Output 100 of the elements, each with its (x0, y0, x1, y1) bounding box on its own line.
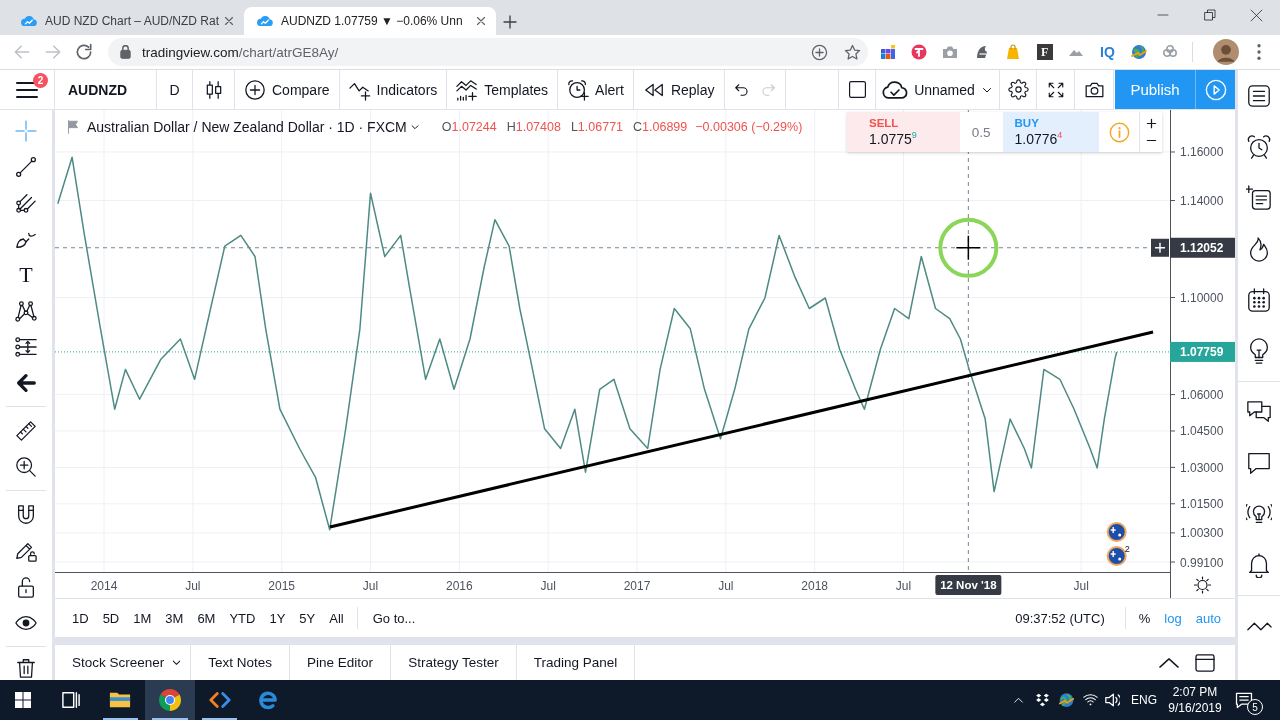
range-button[interactable]: 6M (190, 605, 223, 631)
taskbar-clock[interactable]: 2:07 PM 9/16/2019 (1166, 683, 1224, 717)
range-button[interactable]: YTD (222, 605, 263, 631)
range-button[interactable]: 1Y (262, 605, 293, 631)
list-sparkle-icon[interactable] (1246, 184, 1272, 211)
sell-button[interactable]: SELL 1.0775$^{9}$ (847, 112, 960, 152)
arrow-left-icon[interactable] (15, 372, 37, 394)
task-view-icon[interactable] (61, 691, 80, 709)
play-button[interactable] (1195, 70, 1235, 109)
play-icon (1204, 78, 1227, 101)
close-icon[interactable] (474, 14, 488, 28)
watchlist-icon[interactable] (1246, 82, 1272, 109)
browser-icon (259, 690, 280, 710)
time-tick-label: 2016 (446, 579, 473, 593)
chevron-up-icon[interactable] (1159, 656, 1179, 669)
plus-icon[interactable] (1145, 118, 1157, 129)
start-icon[interactable] (15, 692, 31, 708)
wifi-icon[interactable] (1082, 693, 1098, 707)
layout-button[interactable]: Unnamed (876, 70, 1000, 109)
magnet-icon[interactable] (15, 504, 37, 526)
price-tick-label: 1.16000 (1180, 145, 1224, 160)
time-tick-label: 2017 (623, 579, 651, 593)
globe-icon[interactable] (1130, 44, 1147, 60)
star-icon[interactable] (844, 43, 861, 61)
rings-icon[interactable] (1162, 44, 1179, 60)
square-icon[interactable] (847, 80, 867, 99)
extension-button[interactable]: IQ (1100, 44, 1115, 60)
language-indicator[interactable]: ENG (1122, 693, 1166, 707)
flag-icon (67, 120, 79, 134)
more-icon[interactable] (1256, 44, 1261, 60)
new-tab-icon[interactable] (502, 14, 518, 30)
lock-icon (119, 45, 132, 59)
pattern-icon[interactable] (15, 300, 37, 322)
line-icon[interactable] (15, 156, 37, 178)
alert-button[interactable]: Alert (558, 70, 634, 109)
browser-tab[interactable]: AUD NZD Chart – AUD/NZD Rat (8, 7, 244, 35)
settings-icon[interactable] (1007, 79, 1029, 100)
address-field[interactable]: tradingview.com/chart/atrGE8Ay/ (108, 38, 868, 66)
unlock-icon[interactable] (15, 576, 37, 598)
close-icon[interactable] (1250, 8, 1263, 22)
add-circle-icon (244, 78, 266, 101)
price-tick-label: 1.03000 (1180, 460, 1224, 475)
parallel-lines-icon[interactable] (15, 336, 37, 358)
range-button[interactable]: 1D (65, 605, 96, 631)
volume-icon[interactable] (1104, 693, 1120, 707)
text-tool[interactable]: T (19, 264, 33, 286)
interval-button[interactable]: D (157, 70, 193, 109)
code-icon (208, 691, 231, 709)
price-tick-label: 1.14000 (1180, 194, 1224, 208)
caret-down-icon[interactable] (409, 122, 420, 132)
pencil-lock-icon[interactable] (15, 540, 37, 562)
restore-icon[interactable] (1203, 9, 1216, 21)
calendar-icon[interactable] (1246, 286, 1272, 313)
alarm-clock-icon[interactable] (1246, 133, 1272, 160)
pitchfork-icon[interactable] (15, 192, 37, 214)
range-button[interactable]: 1M (126, 605, 159, 631)
scale-toggle[interactable]: % (1131, 605, 1158, 631)
price-tick-label: 1.00300 (1180, 526, 1224, 541)
notification-icon[interactable] (1234, 690, 1254, 710)
taskbar-app[interactable] (145, 680, 195, 720)
buy-button[interactable]: BUY 1.0776$^{4}$ (1002, 112, 1100, 152)
ruler-icon[interactable] (15, 420, 37, 442)
indicators-button[interactable]: Indicators (339, 70, 448, 109)
ohlc-value: 1.06771 (577, 120, 624, 134)
tiles-icon[interactable] (879, 44, 896, 60)
ohlc-label: L (570, 120, 578, 134)
zoom-in-icon[interactable] (15, 456, 37, 478)
range-button[interactable]: All (322, 605, 351, 631)
close-icon[interactable] (222, 14, 236, 28)
menu-icon[interactable] (16, 80, 38, 99)
cloud-chart-icon (21, 13, 37, 29)
symbol-title: Australian Dollar / New Zealand Dollar · 1D · FXCM (87, 119, 407, 135)
round-badge-icon[interactable] (911, 44, 928, 60)
ohlc-label: H (506, 120, 516, 134)
bell-icon[interactable] (1246, 551, 1272, 578)
browser-tab[interactable]: AUDNZD 1.07759 ▼ −0.06% Unn (244, 7, 496, 35)
replay-button[interactable]: Replay (633, 70, 725, 109)
symbol-button[interactable]: AUDNZD (55, 70, 157, 109)
reload-icon[interactable] (74, 42, 94, 62)
maximize-icon[interactable] (1195, 653, 1215, 672)
time-tick-label: 2015 (268, 579, 296, 593)
range-button[interactable]: 5D (95, 605, 127, 631)
add-circle-icon[interactable] (811, 43, 828, 61)
compare-button[interactable]: Compare (235, 70, 340, 109)
time-tick-label: 2018 (801, 579, 829, 593)
plus-icon[interactable] (1151, 238, 1169, 257)
go-to-button[interactable]: Go to... (365, 605, 423, 631)
avatar-icon[interactable] (1212, 39, 1239, 65)
event-marker-icon[interactable] (1106, 546, 1127, 566)
range-button[interactable]: 3M (158, 605, 191, 631)
trash-icon[interactable] (15, 656, 37, 679)
diamonds-icon[interactable] (1034, 693, 1050, 707)
templates-button[interactable]: Templates (447, 70, 559, 109)
event-marker-icon[interactable] (1106, 522, 1127, 542)
fullscreen-icon[interactable] (1046, 80, 1065, 99)
range-button[interactable]: 5Y (292, 605, 323, 631)
extension-button[interactable]: F (1036, 44, 1053, 60)
chat-bubbles-icon[interactable] (1246, 398, 1272, 425)
globe-icon[interactable] (1058, 692, 1074, 708)
sun-icon[interactable] (1193, 576, 1212, 594)
